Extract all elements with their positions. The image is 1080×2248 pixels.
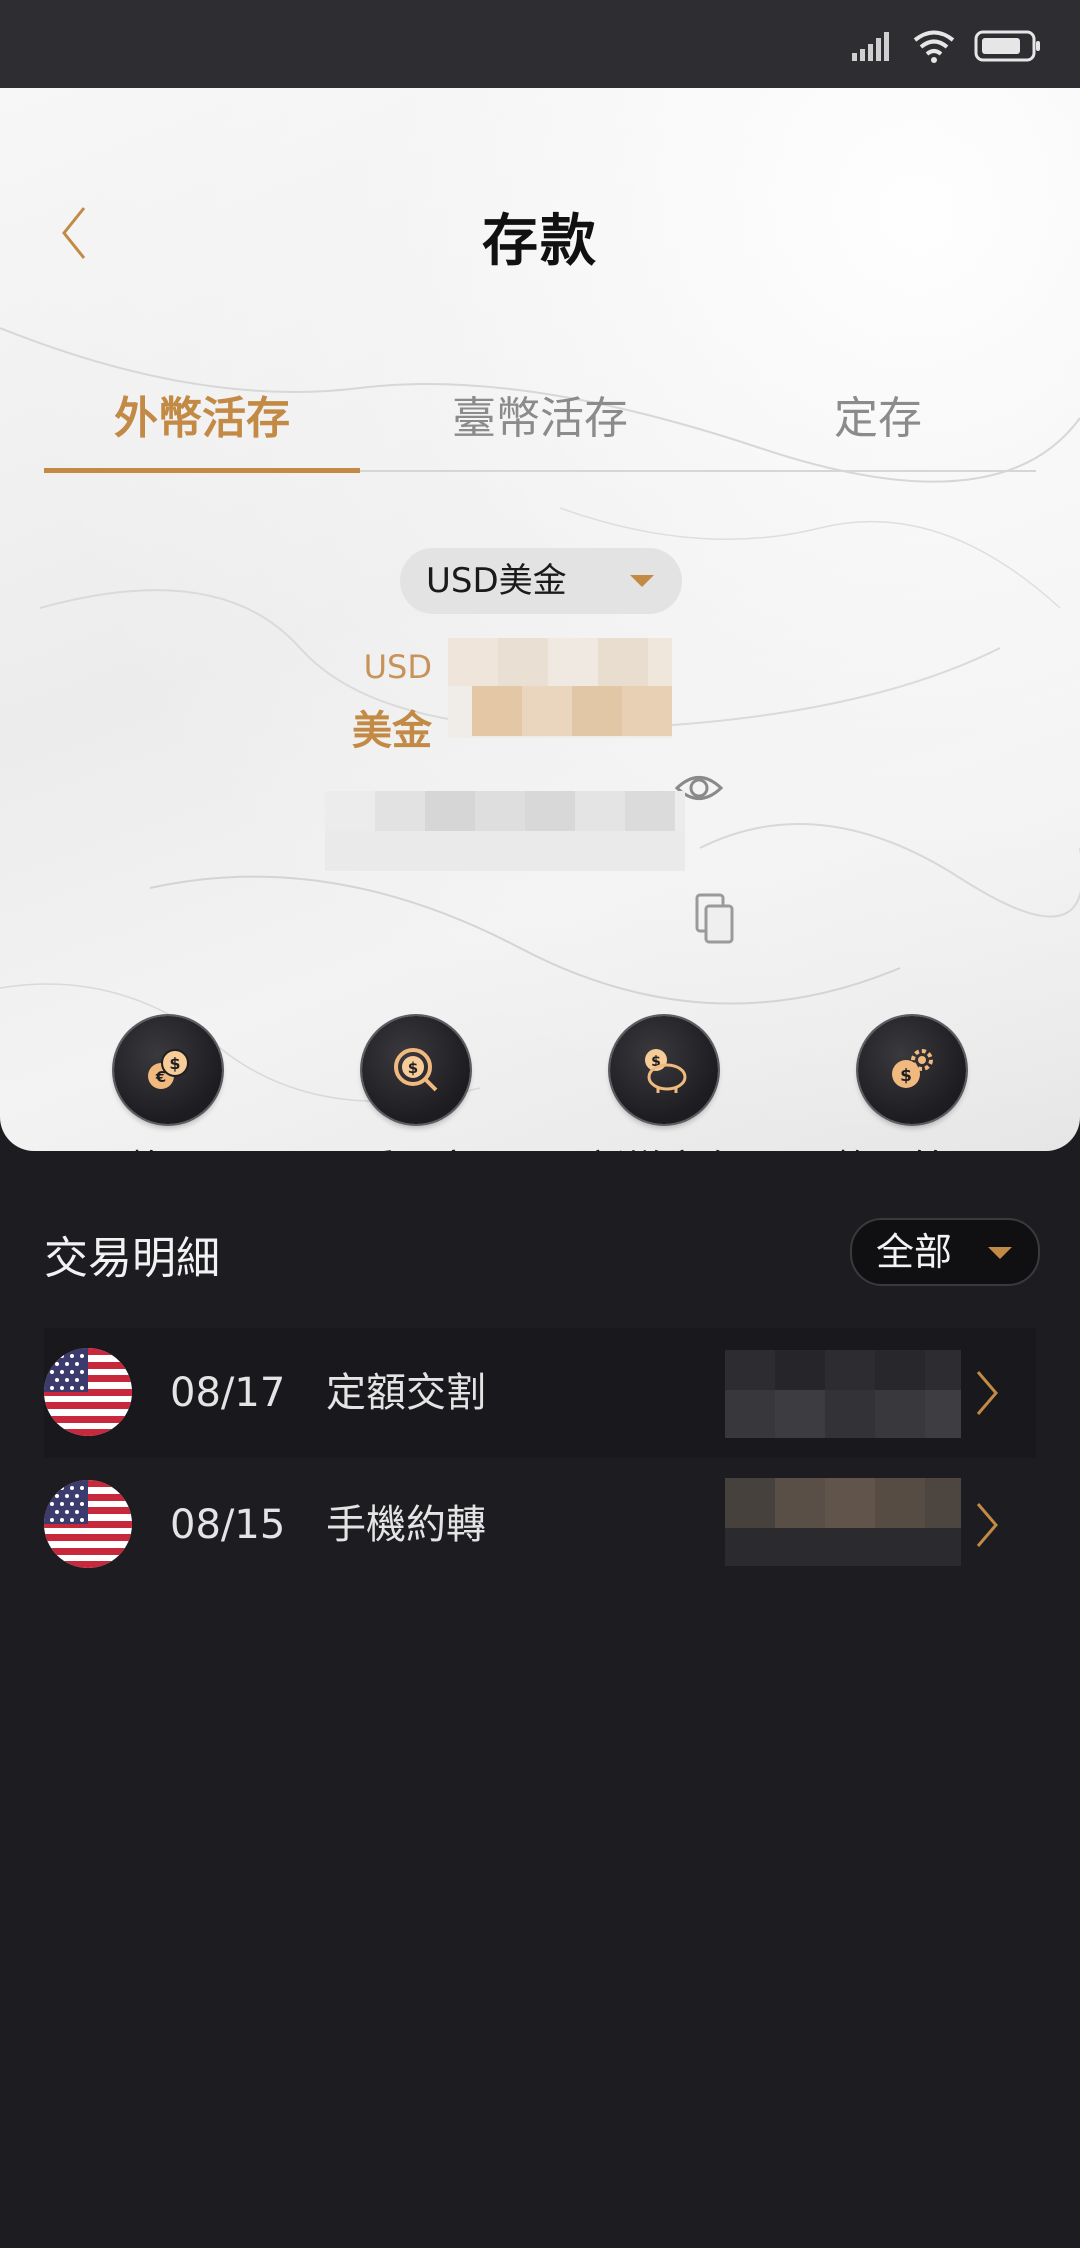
svg-text:$: $ (169, 1054, 180, 1073)
exchange-management-button[interactable]: $ 換匯管理 (812, 1016, 1012, 1151)
transaction-date: 08/15 (170, 1502, 286, 1548)
chevron-down-icon (988, 1247, 1012, 1259)
exchange-icon: $ € (148, 1049, 189, 1089)
currency-dropdown-value: USD美金 (426, 561, 567, 601)
page-title: 存款 (482, 209, 598, 274)
view-rates-button[interactable]: $ 看匯率 (316, 1016, 516, 1151)
balance-amount-masked (448, 638, 672, 738)
transaction-date: 08/17 (170, 1370, 286, 1416)
active-tab-indicator (44, 468, 360, 473)
chevron-right-icon (976, 1371, 998, 1415)
tab-twd-savings[interactable]: 臺幣活存 (382, 388, 698, 470)
transactions-title: 交易明細 (44, 1233, 220, 1284)
transaction-amount-masked (725, 1350, 961, 1438)
status-bar (0, 0, 1080, 90)
exchange-management-label: 換匯管理 (812, 1138, 1012, 1151)
chevron-down-icon (630, 575, 654, 587)
svg-text:$: $ (408, 1059, 418, 1077)
tab-foreign-currency-savings[interactable]: 外幣活存 (44, 388, 360, 470)
tab-time-deposit[interactable]: 定存 (720, 388, 1036, 470)
copy-icon[interactable] (695, 893, 735, 945)
transaction-description: 定額交割 (326, 1370, 486, 1416)
piggy-bank-icon: $ (645, 1049, 687, 1093)
us-flag-icon (44, 1480, 132, 1568)
quick-actions: $ € 換匯 $ 看匯率 $ (0, 1016, 1080, 1151)
account-card: 存款 外幣活存 臺幣活存 定存 USD美金 USD 美金 $ € $ $ $ (0, 88, 1080, 1151)
filter-value: 全部 (876, 1230, 953, 1274)
account-tabs: 外幣活存 臺幣活存 定存 (44, 388, 1036, 473)
balance-currency-code: USD (363, 648, 432, 686)
transaction-amount-masked (725, 1478, 961, 1566)
exchange-settings-icon: $ (892, 1049, 933, 1088)
transaction-filter-dropdown[interactable]: 全部 (850, 1218, 1040, 1286)
view-rates-label: 看匯率 (316, 1138, 516, 1151)
account-number-masked (325, 791, 685, 871)
battery-icon (974, 30, 1040, 62)
chevron-right-icon (976, 1503, 998, 1547)
currency-dropdown[interactable]: USD美金 (400, 548, 682, 614)
new-time-deposit-button[interactable]: $ 新增定存 (564, 1016, 764, 1151)
signal-icon (852, 32, 889, 61)
transaction-row[interactable]: 08/17 定額交割 (44, 1328, 1036, 1458)
exchange-label: 換匯 (68, 1138, 268, 1151)
balance-currency-name: 美金 (352, 708, 432, 754)
transaction-description: 手機約轉 (326, 1502, 486, 1548)
wifi-icon (913, 30, 955, 63)
exchange-button[interactable]: $ € 換匯 (68, 1016, 268, 1151)
rate-search-icon: $ (394, 1048, 438, 1092)
us-flag-icon (44, 1348, 132, 1436)
transaction-row[interactable]: 08/15 手機約轉 (44, 1460, 1036, 1590)
new-time-deposit-label: 新增定存 (564, 1138, 764, 1151)
svg-text:€: € (155, 1068, 166, 1086)
svg-text:$: $ (900, 1066, 912, 1086)
